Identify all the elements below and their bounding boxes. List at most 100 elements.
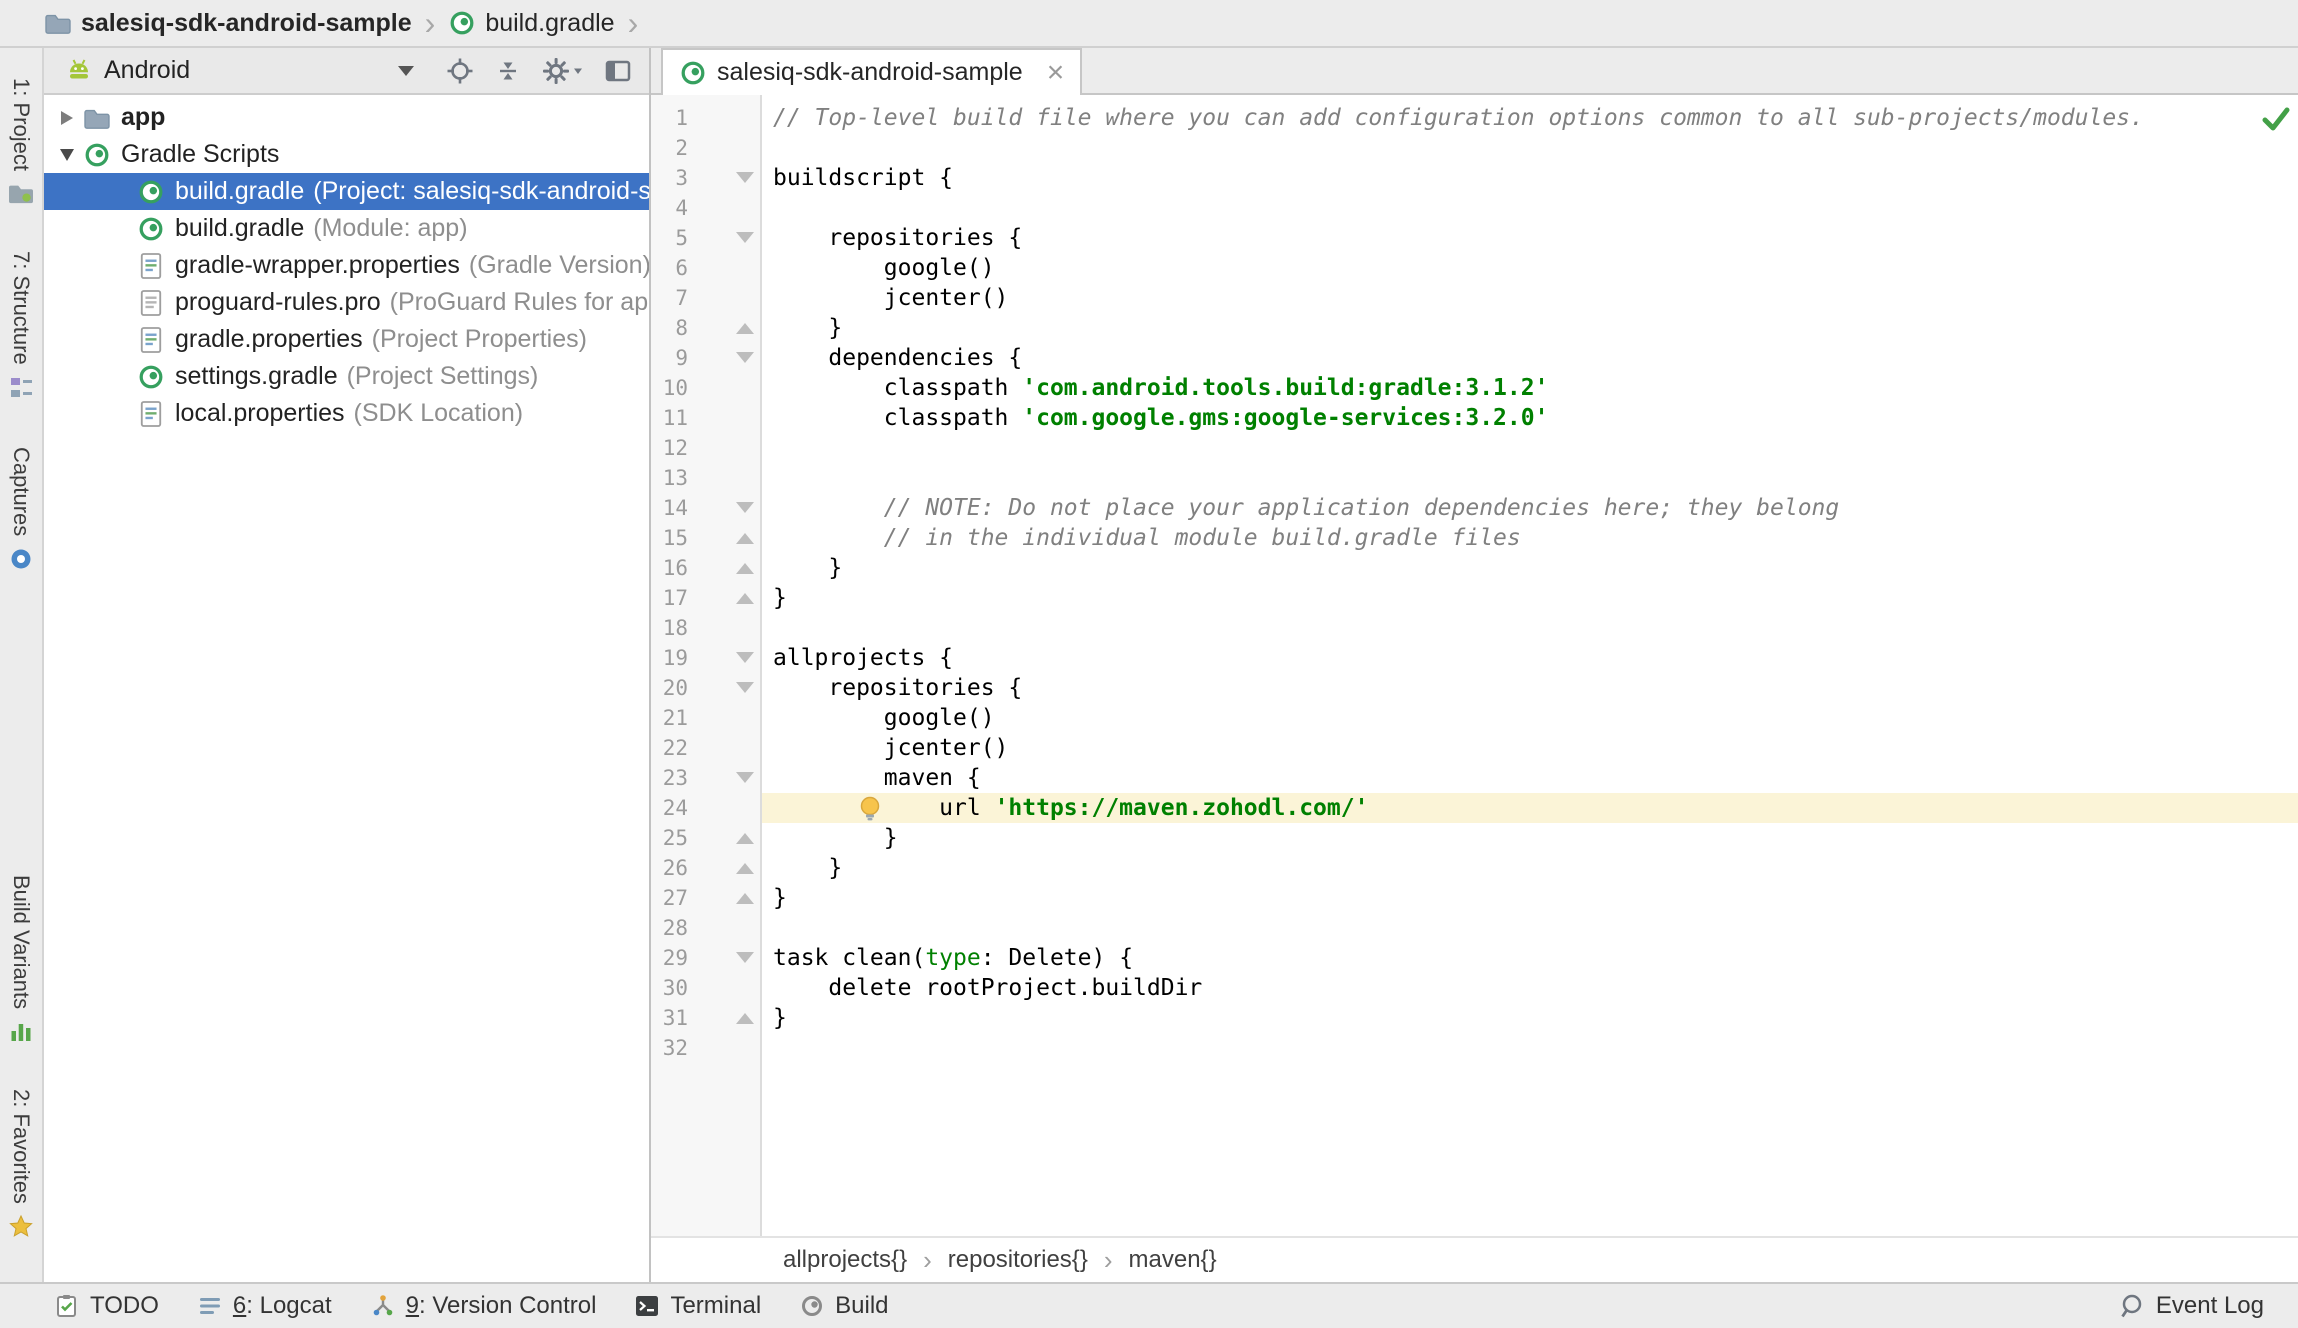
settings-gear-button[interactable] xyxy=(541,56,585,86)
tool-button-structure[interactable]: 7: Structure xyxy=(8,251,34,401)
code-line[interactable]: dependencies { xyxy=(762,343,2298,373)
tool-button-captures[interactable]: Captures xyxy=(8,447,34,572)
fold-marker-icon[interactable] xyxy=(736,952,754,963)
code-line[interactable]: google() xyxy=(762,253,2298,283)
code-line[interactable] xyxy=(762,433,2298,463)
tool-button-label: 2: Favorites xyxy=(8,1089,34,1204)
status-version-control-button[interactable]: 9: Version Control xyxy=(370,1292,597,1320)
chevron-right-icon[interactable] xyxy=(52,111,82,125)
line-number: 22 xyxy=(651,733,762,763)
breadcrumb-separator-icon: › xyxy=(425,7,436,39)
tool-button-build-variants[interactable]: Build Variants xyxy=(8,875,34,1045)
event-log-icon xyxy=(2118,1292,2146,1320)
code-line[interactable]: url 'https://maven.zohodl.com/' xyxy=(762,793,2298,823)
status-terminal-button[interactable]: Terminal xyxy=(634,1292,761,1320)
code-line[interactable]: } xyxy=(762,883,2298,913)
code-line[interactable]: // NOTE: Do not place your application d… xyxy=(762,493,2298,523)
tree-item-build-gradle[interactable]: build.gradle(Module: app) xyxy=(44,210,649,247)
code-line[interactable]: } xyxy=(762,313,2298,343)
code-line[interactable]: jcenter() xyxy=(762,283,2298,313)
code-line-row: 11 classpath 'com.google.gms:google-serv… xyxy=(651,403,2298,433)
code-line[interactable] xyxy=(762,613,2298,643)
chevron-down-icon[interactable] xyxy=(52,149,82,161)
project-view-selector[interactable]: Android xyxy=(64,56,414,85)
fold-marker-icon[interactable] xyxy=(736,533,754,544)
code-line[interactable]: repositories { xyxy=(762,673,2298,703)
editor-breadcrumb-item[interactable]: maven{} xyxy=(1129,1246,1217,1274)
fold-marker-icon[interactable] xyxy=(736,502,754,513)
tree-item-proguard-rules-pro[interactable]: proguard-rules.pro(ProGuard Rules for ap… xyxy=(44,284,649,321)
gutter-cell: 15 xyxy=(651,523,762,553)
code-line[interactable]: classpath 'com.android.tools.build:gradl… xyxy=(762,373,2298,403)
status-label: Build xyxy=(835,1292,888,1320)
fold-marker-icon[interactable] xyxy=(736,232,754,243)
tree-item-local-properties[interactable]: local.properties(SDK Location) xyxy=(44,395,649,432)
status-logcat-button[interactable]: 6: Logcat xyxy=(197,1292,332,1320)
editor-breadcrumb-item[interactable]: allprojects{} xyxy=(783,1246,907,1274)
fold-marker-icon[interactable] xyxy=(736,893,754,904)
fold-marker-icon[interactable] xyxy=(736,593,754,604)
status-event-log-button[interactable]: Event Log xyxy=(2118,1292,2264,1320)
code-line-row: 10 classpath 'com.android.tools.build:gr… xyxy=(651,373,2298,403)
nav-breadcrumb-project-root[interactable]: salesiq-sdk-android-sample xyxy=(44,9,412,38)
fold-marker-icon[interactable] xyxy=(736,1013,754,1024)
tree-item-settings-gradle[interactable]: settings.gradle(Project Settings) xyxy=(44,358,649,395)
gutter-cell: 11 xyxy=(651,403,762,433)
code-line[interactable]: repositories { xyxy=(762,223,2298,253)
code-line[interactable] xyxy=(762,133,2298,163)
tree-item-build-gradle[interactable]: build.gradle(Project: salesiq-sdk-androi… xyxy=(44,173,649,210)
status-todo-button[interactable]: TODO xyxy=(54,1292,159,1320)
fold-marker-icon[interactable] xyxy=(736,652,754,663)
code-line[interactable]: } xyxy=(762,853,2298,883)
code-line[interactable]: } xyxy=(762,553,2298,583)
code-line[interactable]: } xyxy=(762,823,2298,853)
code-line[interactable]: allprojects { xyxy=(762,643,2298,673)
fold-marker-icon[interactable] xyxy=(736,563,754,574)
code-line[interactable] xyxy=(762,1033,2298,1063)
hide-panel-button[interactable] xyxy=(603,56,633,86)
code-line[interactable]: delete rootProject.buildDir xyxy=(762,973,2298,1003)
fold-marker-icon[interactable] xyxy=(736,833,754,844)
code-line[interactable]: buildscript { xyxy=(762,163,2298,193)
nav-breadcrumb-build-gradle[interactable]: build.gradle xyxy=(448,9,614,38)
tool-button-label: Build Variants xyxy=(8,875,34,1009)
line-number: 2 xyxy=(651,133,762,163)
fold-marker-icon[interactable] xyxy=(736,772,754,783)
fold-marker-icon[interactable] xyxy=(736,352,754,363)
tool-button-project[interactable]: 1: Project xyxy=(7,78,35,205)
fold-marker-icon[interactable] xyxy=(736,323,754,334)
code-token-plain: jcenter() xyxy=(773,285,1008,311)
tree-item-detail: (Project: salesiq-sdk-android-sample) xyxy=(313,177,649,206)
tree-item-app[interactable]: app xyxy=(44,99,649,136)
code-line[interactable]: // Top-level build file where you can ad… xyxy=(762,103,2298,133)
status-build-button[interactable]: Build xyxy=(799,1292,888,1320)
gradle-icon xyxy=(679,59,707,87)
code-token-plain: dependencies { xyxy=(773,345,1022,371)
code-line[interactable]: classpath 'com.google.gms:google-service… xyxy=(762,403,2298,433)
fold-marker-icon[interactable] xyxy=(736,172,754,183)
collapse-all-button[interactable] xyxy=(493,56,523,86)
editor-breadcrumb-item[interactable]: repositories{} xyxy=(948,1246,1088,1274)
inspection-check-icon[interactable] xyxy=(2260,105,2292,133)
code-token-comment: // in the individual module build.gradle… xyxy=(773,525,1521,551)
code-line[interactable]: jcenter() xyxy=(762,733,2298,763)
close-icon[interactable]: × xyxy=(1047,58,1065,88)
fold-marker-icon[interactable] xyxy=(736,863,754,874)
tool-button-favorites[interactable]: 2: Favorites xyxy=(8,1089,34,1240)
editor-tab[interactable]: salesiq-sdk-android-sample × xyxy=(661,48,1082,95)
locate-button[interactable] xyxy=(445,56,475,86)
code-line[interactable]: } xyxy=(762,583,2298,613)
tree-item-gradle-properties[interactable]: gradle.properties(Project Properties) xyxy=(44,321,649,358)
tree-item-gradle-scripts[interactable]: Gradle Scripts xyxy=(44,136,649,173)
code-line[interactable]: } xyxy=(762,1003,2298,1033)
code-line-row: 32 xyxy=(651,1033,2298,1063)
code-line[interactable]: task clean(type: Delete) { xyxy=(762,943,2298,973)
code-line[interactable]: // in the individual module build.gradle… xyxy=(762,523,2298,553)
code-line[interactable] xyxy=(762,193,2298,223)
code-line[interactable]: maven { xyxy=(762,763,2298,793)
code-line[interactable] xyxy=(762,463,2298,493)
code-line[interactable] xyxy=(762,913,2298,943)
tree-item-gradle-wrapper-properties[interactable]: gradle-wrapper.properties(Gradle Version… xyxy=(44,247,649,284)
fold-marker-icon[interactable] xyxy=(736,682,754,693)
code-line[interactable]: google() xyxy=(762,703,2298,733)
